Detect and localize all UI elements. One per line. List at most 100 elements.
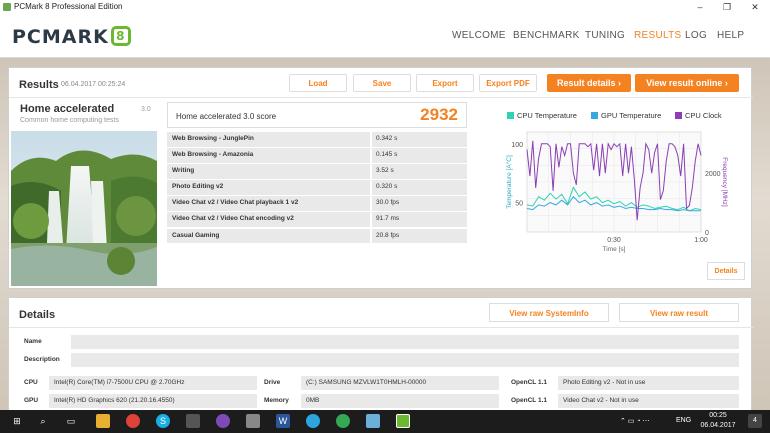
task-view-icon[interactable]: ▭ <box>64 414 78 428</box>
nav-benchmark[interactable]: BENCHMARK <box>513 30 580 41</box>
pcmark-taskbar-icon[interactable] <box>396 414 410 428</box>
score-label: Home accelerated 3.0 score <box>176 112 277 121</box>
notification-icon[interactable]: 4 <box>748 414 762 428</box>
maximize-button[interactable]: ❐ <box>714 0 740 14</box>
windows-taskbar: ⊞ ⌕ ▭ S W ⌃ ▭ ◔ ⋯ ENG 00:25 06.04.2017 4 <box>0 410 770 433</box>
result-details-button[interactable]: Result details › <box>547 74 631 92</box>
benchmark-description: Common home computing tests <box>20 117 119 124</box>
nav-results[interactable]: RESULTS <box>634 30 681 41</box>
benchmark-thumbnail-image <box>11 131 157 286</box>
benchmark-name: Home accelerated <box>20 103 115 115</box>
detail-value: Video Chat v2 - Not in use <box>558 394 739 408</box>
detail-opencl-row: OpenCL 1.1 Video Chat v2 - Not in use <box>506 394 739 408</box>
tray-icons[interactable]: ⌃ ▭ ◔ ⋯ <box>620 417 650 425</box>
metric-name: Video Chat v2 / Video Chat encoding v2 <box>167 212 370 227</box>
y-left-tick-label: 100 <box>511 142 523 149</box>
app-icon[interactable] <box>366 414 380 428</box>
detail-value: Intel(R) HD Graphics 620 (21.20.16.4550) <box>49 394 257 408</box>
photo-app-icon[interactable] <box>186 414 200 428</box>
detail-label: CPU <box>24 379 38 386</box>
detail-description-row: Description <box>19 353 739 367</box>
detail-value <box>71 353 739 367</box>
metric-value: 0.320 s <box>372 180 467 195</box>
metric-name: Web Browsing - JunglePin <box>167 132 370 147</box>
metric-name: Video Chat v2 / Video Chat playback 1 v2 <box>167 196 370 211</box>
detail-value: Photo Editing v2 - Not in use <box>558 376 739 390</box>
window-title: PCMark 8 Professional Edition <box>14 2 123 11</box>
nav-log[interactable]: LOG <box>685 30 707 41</box>
view-raw-result-button[interactable]: View raw result <box>619 303 739 322</box>
details-panel: Details View raw SystemInfo View raw res… <box>8 297 753 412</box>
graph-details-button[interactable]: Details <box>707 262 745 280</box>
detail-label: Drive <box>264 379 281 386</box>
telegram-icon[interactable] <box>306 414 320 428</box>
minimize-button[interactable]: – <box>687 0 713 14</box>
detail-value <box>71 335 739 349</box>
viber-icon[interactable] <box>216 414 230 428</box>
x-tick-label: 0:30 <box>607 237 621 244</box>
word-icon[interactable]: W <box>276 414 290 428</box>
y-left-axis-label: Temperature [A°C] <box>505 155 513 209</box>
close-button[interactable]: ✕ <box>742 0 768 14</box>
app-icon <box>3 3 11 11</box>
view-raw-systeminfo-button[interactable]: View raw SystemInfo <box>489 303 609 322</box>
divider <box>9 327 753 328</box>
detail-opencl-row: OpenCL 1.1 Photo Editing v2 - Not in use <box>506 376 739 390</box>
save-button[interactable]: Save <box>353 74 411 92</box>
monitoring-graph: CPU Temperature GPU Temperature CPU Cloc… <box>479 100 751 288</box>
search-icon[interactable]: ⌕ <box>36 414 50 428</box>
detail-drive-row: Drive (C:) SAMSUNG MZVLW1T0HMLH-00000 <box>259 376 499 390</box>
y-left-tick-label: 50 <box>515 201 523 208</box>
logo-badge: 8 <box>110 26 131 46</box>
results-date: 06.04.2017 00:25:24 <box>61 81 126 88</box>
detail-name-row: Name <box>19 335 739 349</box>
metric-name: Photo Editing v2 <box>167 180 370 195</box>
y-right-axis-label: Frequency [MHz] <box>721 157 728 207</box>
window-titlebar: PCMark 8 Professional Edition – ❐ ✕ <box>0 0 770 14</box>
chrome-icon[interactable] <box>336 414 350 428</box>
nav-tuning[interactable]: TUNING <box>585 30 625 41</box>
pcmark-logo: PCMARK 8 <box>12 26 131 48</box>
table-row: Video Chat v2 / Video Chat encoding v2 91… <box>167 212 467 228</box>
file-explorer-icon[interactable] <box>96 414 110 428</box>
detail-gpu-row: GPU Intel(R) HD Graphics 620 (21.20.16.4… <box>19 394 257 408</box>
detail-label: OpenCL 1.1 <box>511 397 548 404</box>
metric-name: Web Browsing - Amazonia <box>167 148 370 163</box>
detail-label: Memory <box>264 397 289 404</box>
nav-welcome[interactable]: WELCOME <box>452 30 506 41</box>
start-icon[interactable]: ⊞ <box>10 414 24 428</box>
results-title: Results <box>19 79 59 91</box>
load-button[interactable]: Load <box>289 74 347 92</box>
metric-value: 91.7 ms <box>372 212 467 227</box>
x-axis-label: Time [s] <box>603 246 626 253</box>
logo-text: PCMARK <box>12 26 109 48</box>
metric-value: 3.52 s <box>372 164 467 179</box>
score-value: 2932 <box>420 105 458 124</box>
metric-value: 0.145 s <box>372 148 467 163</box>
language-indicator[interactable]: ENG <box>676 417 691 424</box>
table-row: Web Browsing - JunglePin 0.342 s <box>167 132 467 148</box>
detail-value: (C:) SAMSUNG MZVLW1T0HMLH-00000 <box>301 376 499 390</box>
y-right-tick-label: 0 <box>705 230 709 237</box>
divider <box>9 97 753 98</box>
table-row: Casual Gaming 20.8 fps <box>167 228 467 245</box>
metric-name: Casual Gaming <box>167 228 370 244</box>
metric-value: 0.342 s <box>372 132 467 147</box>
details-title: Details <box>19 309 56 321</box>
clock-date[interactable]: 06.04.2017 <box>698 422 738 429</box>
chrome-icon[interactable] <box>126 414 140 428</box>
app-icon[interactable] <box>246 414 260 428</box>
table-row: Photo Editing v2 0.320 s <box>167 180 467 196</box>
export-button[interactable]: Export <box>416 74 474 92</box>
view-result-online-button[interactable]: View result online › <box>635 74 739 92</box>
clock-time[interactable]: 00:25 <box>702 412 734 419</box>
metric-value: 20.8 fps <box>372 228 467 244</box>
detail-label: Name <box>24 338 42 345</box>
nav-help[interactable]: HELP <box>717 30 744 41</box>
detail-label: Description <box>24 356 60 363</box>
detail-label: GPU <box>24 397 39 404</box>
export-pdf-button[interactable]: Export PDF <box>479 74 537 92</box>
table-row: Writing 3.52 s <box>167 164 467 180</box>
skype-icon[interactable]: S <box>156 414 170 428</box>
detail-cpu-row: CPU Intel(R) Core(TM) i7-7500U CPU @ 2.7… <box>19 376 257 390</box>
